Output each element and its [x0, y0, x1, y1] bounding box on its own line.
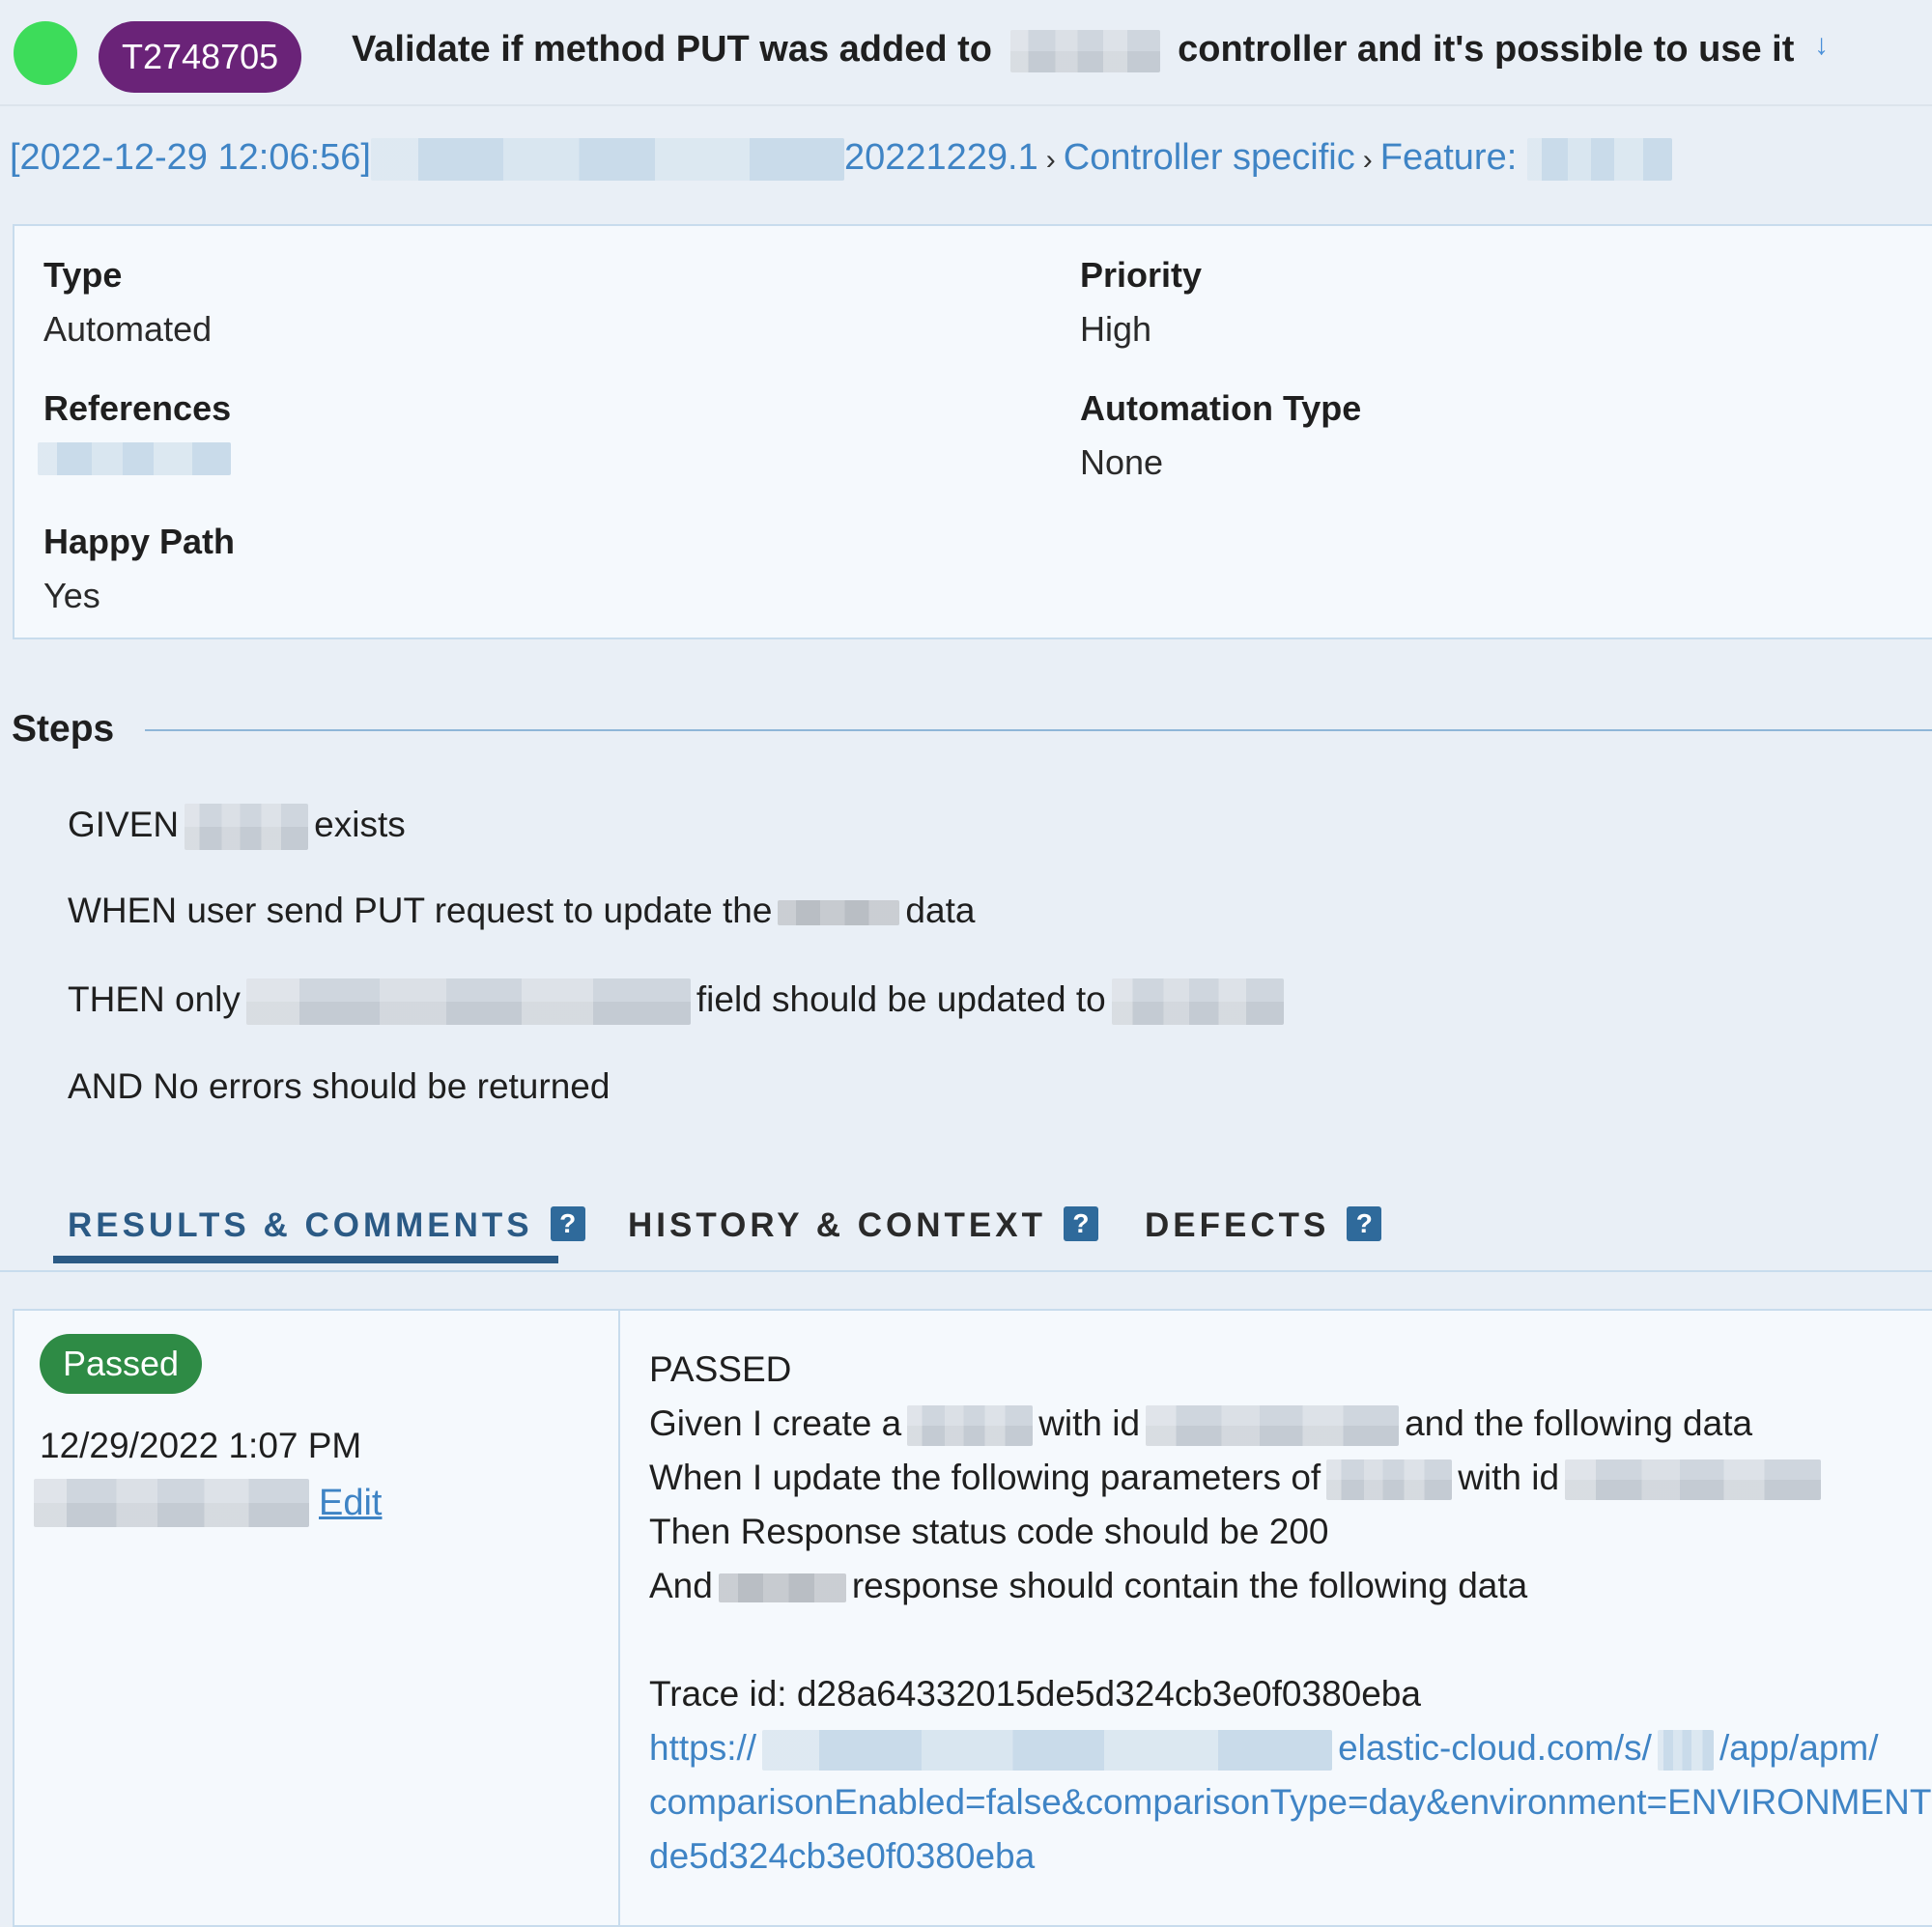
redacted-text — [778, 900, 900, 926]
breadcrumb-timestamp[interactable]: [2022-12-29 12:06:56] — [10, 137, 371, 178]
redacted-text — [1326, 1459, 1453, 1501]
tab-label: DEFECTS — [1145, 1206, 1330, 1244]
chevron-right-icon: › — [1045, 144, 1056, 176]
active-tab-indicator — [53, 1256, 558, 1263]
redacted-text — [1111, 978, 1284, 1025]
redacted-text — [907, 1405, 1034, 1447]
log-line: Then Response status code should be 200 — [649, 1512, 1329, 1551]
field-value: None — [1080, 442, 1164, 482]
log-text: And — [649, 1566, 713, 1605]
log-line: Given I create a with id and the following… — [649, 1397, 1932, 1451]
tab-defects[interactable]: DEFECTS? — [1145, 1206, 1382, 1245]
step-text: WHEN user send PUT request to update the — [68, 891, 773, 930]
result-comment: PASSED Given I create a with id and the fo… — [649, 1343, 1932, 1884]
tab-label: RESULTS & COMMENTS — [68, 1206, 533, 1244]
redacted-text — [718, 1573, 846, 1603]
redacted-host — [762, 1730, 1333, 1771]
log-text: response should contain the following da… — [851, 1566, 1528, 1605]
log-text: Given I create a — [649, 1403, 902, 1443]
log-line: And response should contain the following… — [649, 1559, 1932, 1613]
redacted-text — [185, 804, 309, 850]
trace-url-link[interactable]: https:// elastic-cloud.com/s/ /app/apm/ — [649, 1721, 1932, 1775]
step-text: data — [905, 891, 976, 930]
link-text[interactable]: https:// — [649, 1728, 756, 1768]
test-header: T2748705 Validate if method PUT was adde… — [0, 0, 1932, 106]
redacted-text — [1565, 1459, 1822, 1501]
step-then: THEN only field should be updated to — [68, 978, 1290, 1025]
log-text: and the following data — [1405, 1403, 1753, 1443]
breadcrumb-build[interactable]: 20221229.1 — [844, 137, 1038, 178]
help-icon[interactable]: ? — [1347, 1206, 1382, 1241]
field-references: References — [38, 388, 232, 475]
step-text: GIVEN — [68, 804, 180, 844]
redacted-username — [34, 1479, 309, 1527]
field-happy-path: Happy Path Yes — [43, 522, 235, 616]
field-value: Yes — [43, 576, 100, 615]
log-line: PASSED — [649, 1349, 792, 1389]
divider — [618, 1309, 620, 1927]
log-text: with id — [1458, 1458, 1560, 1497]
trace-url-link[interactable]: comparisonEnabled=false&comparisonType=d… — [649, 1775, 1932, 1829]
help-icon[interactable]: ? — [1063, 1206, 1098, 1241]
log-text: with id — [1038, 1403, 1141, 1443]
breadcrumb-feature[interactable]: Feature: — [1380, 137, 1518, 178]
field-priority: Priority High — [1080, 255, 1202, 350]
field-label: References — [43, 388, 232, 428]
step-when: WHEN user send PUT request to update the… — [68, 891, 975, 931]
result-datetime: 12/29/2022 1:07 PM — [40, 1426, 362, 1465]
tab-label: HISTORY & CONTEXT — [628, 1206, 1046, 1244]
log-text: When I update the following parameters o… — [649, 1458, 1321, 1497]
steps-heading: Steps — [12, 708, 115, 750]
title-text-start: Validate if method PUT was added to — [352, 29, 992, 70]
tab-results-comments[interactable]: RESULTS & COMMENTS? — [68, 1206, 585, 1245]
redacted-feature-name — [1526, 137, 1672, 181]
page-title: Validate if method PUT was added to cont… — [352, 29, 1829, 72]
field-type: Type Automated — [43, 255, 212, 350]
link-text[interactable]: elastic-cloud.com/s/ — [1338, 1728, 1652, 1768]
redacted-space — [1657, 1730, 1714, 1771]
trace-url-link[interactable]: de5d324cb3e0f0380eba — [649, 1829, 1932, 1884]
log-line: Trace id: d28a64332015de5d324cb3e0f0380e… — [649, 1674, 1421, 1714]
edit-link[interactable]: Edit — [319, 1483, 382, 1523]
field-label: Priority — [1080, 255, 1203, 295]
field-label: Automation Type — [1080, 388, 1362, 428]
redacted-text — [1146, 1405, 1400, 1447]
redacted-controller-name — [1009, 29, 1160, 72]
redacted-run-name — [370, 137, 844, 181]
step-text: field should be updated to — [696, 978, 1106, 1019]
field-value: Automated — [43, 309, 213, 349]
step-given: GIVEN exists — [68, 804, 406, 850]
step-text: exists — [314, 804, 406, 844]
breadcrumb: [2022-12-29 12:06:56] 20221229.1 › Controll… — [10, 137, 1672, 181]
divider — [145, 729, 1932, 731]
status-badge: Passed — [40, 1334, 203, 1394]
redacted-text — [245, 978, 691, 1025]
field-value: High — [1080, 309, 1152, 349]
help-icon[interactable]: ? — [550, 1206, 585, 1241]
chevron-right-icon: › — [1362, 144, 1373, 176]
tab-history-context[interactable]: HISTORY & CONTEXT? — [628, 1206, 1098, 1245]
step-and: AND No errors should be returned — [68, 1066, 611, 1106]
result-author: Edit — [34, 1479, 382, 1527]
details-panel: Type Automated Priority High References … — [13, 224, 1932, 639]
field-label: Happy Path — [43, 522, 236, 561]
breadcrumb-section[interactable]: Controller specific — [1064, 137, 1355, 178]
step-text: THEN only — [68, 978, 241, 1019]
log-line-blank — [649, 1613, 1932, 1667]
log-line: When I update the following parameters o… — [649, 1451, 1932, 1505]
field-automation-type: Automation Type None — [1080, 388, 1361, 483]
field-label: Type — [43, 255, 123, 295]
status-indicator — [14, 21, 77, 85]
case-id-badge[interactable]: T2748705 — [99, 21, 302, 93]
redacted-reference[interactable] — [38, 442, 231, 475]
link-text[interactable]: /app/apm/ — [1719, 1728, 1879, 1768]
title-text-end: controller and it's possible to use it — [1178, 29, 1795, 70]
arrow-down-icon[interactable]: ↓ — [1814, 29, 1829, 61]
